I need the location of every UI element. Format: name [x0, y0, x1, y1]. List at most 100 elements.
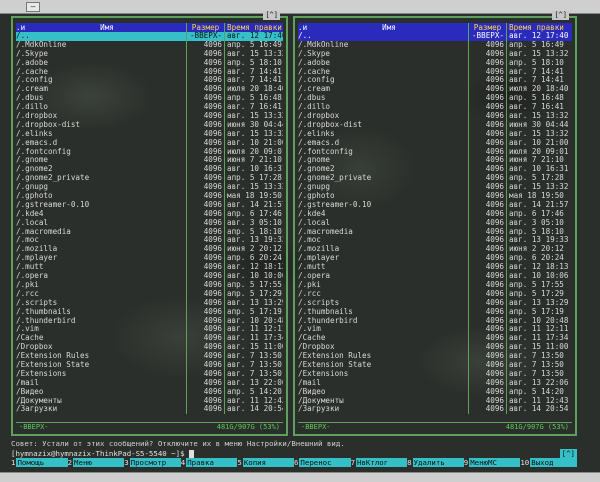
file-row[interactable]: /.cache 4096 авг. 7 14:41 [16, 67, 283, 77]
file-row[interactable]: /.thumbnails 4096 апр. 5 17:19 [298, 307, 572, 317]
file-row[interactable]: /.Skype 4096 авг. 15 13:32 [16, 49, 283, 59]
file-row[interactable]: /.dropbox 4096 авг. 15 13:32 [298, 112, 572, 121]
file-row[interactable]: /.elinks 4096 авг. 15 13:32 [16, 129, 283, 139]
file-row[interactable]: /Видео 4096 апр. 5 14:20 [16, 387, 283, 397]
fkey-8[interactable]: 8 Удалить [407, 458, 464, 467]
file-row[interactable]: /.dillo 4096 авг. 7 16:41 [298, 103, 572, 113]
fkey-10[interactable]: 10 Выход [520, 458, 577, 467]
fkey-3[interactable]: 3 Просмотр [124, 458, 181, 467]
file-row[interactable]: /.kde4 4096 апр. 6 17:46 [16, 209, 283, 219]
right-file-list[interactable]: /.. -ВВЕРХ-авг. 12 17:40/.MdkOnline 4096 ап… [298, 32, 572, 415]
file-row[interactable]: /.pki 4096 апр. 5 17:55 [16, 280, 283, 290]
file-row[interactable]: /.vim 4096 авг. 11 12:11 [298, 325, 572, 335]
file-row[interactable]: /.MdkOnline 4096 апр. 5 16:49 [298, 40, 572, 50]
file-row[interactable]: /mail 4096 авг. 13 22:06 [16, 378, 283, 388]
file-row[interactable]: /.pki 4096 апр. 5 17:55 [298, 280, 572, 290]
file-row[interactable]: /.dropbox-dist 4096 июня 30 04:44 [16, 120, 283, 130]
file-row[interactable]: /.mplayer 4096 апр. 6 20:24 [298, 254, 572, 264]
file-row[interactable]: /Extension Rules 4096 авг. 7 13:50 [16, 352, 283, 361]
file-row[interactable]: /.emacs.d 4096 авг. 10 21:00 [16, 138, 283, 148]
file-row[interactable]: /.config 4096 авг. 7 14:41 [16, 76, 283, 86]
column-time-header[interactable]: Время правки [224, 23, 283, 32]
file-row[interactable]: /.elinks 4096 авг. 15 13:32 [298, 129, 572, 139]
file-row[interactable]: /.local 4096 авг. 3 05:10 [16, 218, 283, 228]
file-row[interactable]: /.cache 4096 авг. 7 14:41 [298, 67, 572, 77]
file-row[interactable]: /.gnupg 4096 авг. 15 13:32 [16, 183, 283, 193]
file-row[interactable]: /.Skype 4096 авг. 15 13:32 [298, 49, 572, 59]
sort-indicator[interactable]: .и [298, 23, 310, 32]
column-name-header[interactable]: .и Имя [298, 23, 468, 32]
file-row[interactable]: /.dropbox 4096 авг. 15 13:32 [16, 112, 283, 121]
column-size-header[interactable]: Размер [186, 23, 224, 32]
file-row[interactable]: /.gphoto 4096 мая 18 19:50 [16, 192, 283, 201]
file-row[interactable]: /Видео 4096 апр. 5 14:20 [298, 387, 572, 397]
right-panel[interactable]: [^] .и Имя Размер Время правки /.. -ВВЕРХ… [293, 11, 577, 436]
fkey-5[interactable]: 5 Копия [237, 458, 294, 467]
file-row[interactable]: /Документы 4096 авг. 11 12:43 [298, 396, 572, 406]
left-file-list[interactable]: /.. -ВВЕРХ-авг. 12 17:40/.MdkOnline 4096 ап… [16, 32, 283, 415]
file-row[interactable]: /.vim 4096 авг. 11 12:11 [16, 325, 283, 335]
right-panel-history-button[interactable]: [^] [552, 11, 569, 20]
column-name-header[interactable]: .и Имя [16, 23, 186, 32]
file-row[interactable]: /.config 4096 авг. 7 14:41 [298, 76, 572, 86]
file-row[interactable]: /.mutt 4096 авг. 12 18:13 [16, 263, 283, 273]
file-row[interactable]: /.scripts 4096 авг. 13 13:29 [298, 298, 572, 308]
file-row[interactable]: /.dbus 4096 апр. 5 16:48 [298, 94, 572, 104]
file-row[interactable]: /Загрузки 4096 авг. 14 20:54 [16, 405, 283, 415]
file-row[interactable]: /.thunderbird 4096 авг. 10 20:48 [16, 316, 283, 326]
file-row[interactable]: /Extensions 4096 авг. 7 13:50 [16, 369, 283, 379]
file-row[interactable]: /.dropbox-dist 4096 июня 30 04:44 [298, 120, 572, 130]
file-row[interactable]: /.macromedia 4096 апр. 5 18:10 [298, 227, 572, 237]
command-history-button[interactable]: [^] [559, 449, 577, 458]
file-row[interactable]: /.mutt 4096 авг. 12 18:13 [298, 263, 572, 273]
parent-dir-row[interactable]: /.. -ВВЕРХ-авг. 12 17:40 [298, 32, 572, 41]
file-row[interactable]: /.local 4096 авг. 3 05:10 [298, 218, 572, 228]
file-row[interactable]: /Cache 4096 авг. 11 17:34 [16, 334, 283, 344]
file-row[interactable]: /.adobe 4096 апр. 5 18:10 [298, 58, 572, 68]
file-row[interactable]: /.rcc 4096 апр. 5 17:29 [298, 289, 572, 299]
file-row[interactable]: /Extension State 4096 авг. 7 13:50 [16, 360, 283, 370]
file-row[interactable]: /.mozilla 4096 июня 2 20:12 [16, 245, 283, 255]
file-row[interactable]: /Extension State 4096 авг. 7 13:50 [298, 360, 572, 370]
file-row[interactable]: /.gnome 4096 июня 7 21:10 [16, 156, 283, 166]
file-row[interactable]: /Cache 4096 авг. 11 17:34 [298, 334, 572, 344]
fkey-7[interactable]: 7 НвКтлог [351, 458, 408, 467]
file-row[interactable]: /Dropbox 4096 авг. 15 11:00 [298, 343, 572, 353]
left-panel-history-button[interactable]: [^] [263, 11, 280, 20]
file-row[interactable]: /Dropbox 4096 авг. 15 11:00 [16, 343, 283, 353]
file-row[interactable]: /.moc 4096 авг. 13 19:33 [16, 236, 283, 246]
file-row[interactable]: /.fontconfig 4096 июля 20 09:01 [298, 147, 572, 157]
fkey-9[interactable]: 9 МенюМС [464, 458, 521, 467]
fkey-4[interactable]: 4 Правка [181, 458, 238, 467]
file-row[interactable]: /.rcc 4096 апр. 5 17:29 [16, 289, 283, 299]
command-line[interactable]: [hymnazix@hymnazix-ThinkPad-S5-5540 ~]$ … [11, 449, 577, 458]
file-row[interactable]: /.gstreamer-0.10 4096 авг. 14 21:57 [16, 200, 283, 210]
file-row[interactable]: /.gnome2 4096 авг. 10 16:31 [298, 165, 572, 175]
parent-dir-row[interactable]: /.. -ВВЕРХ-авг. 12 17:40 [16, 32, 283, 41]
file-row[interactable]: /Загрузки 4096 авг. 14 20:54 [298, 405, 572, 415]
file-row[interactable]: /.gphoto 4096 мая 18 19:50 [298, 192, 572, 201]
left-panel[interactable]: [^] .и Имя Размер Время правки /.. -ВВЕРХ… [11, 11, 288, 436]
file-row[interactable]: /.gnome2_private 4096 апр. 5 17:28 [16, 174, 283, 184]
file-row[interactable]: /.opera 4096 авг. 10 10:06 [298, 272, 572, 281]
column-size-header[interactable]: Размер [468, 23, 506, 32]
file-row[interactable]: /.gnupg 4096 авг. 15 13:32 [298, 183, 572, 193]
file-row[interactable]: /mail 4096 авг. 13 22:06 [298, 378, 572, 388]
file-row[interactable]: /.gstreamer-0.10 4096 авг. 14 21:57 [298, 200, 572, 210]
file-row[interactable]: /.moc 4096 авг. 13 19:33 [298, 236, 572, 246]
file-row[interactable]: /.cream 4096 июля 20 18:40 [16, 85, 283, 95]
file-row[interactable]: /.macromedia 4096 апр. 5 18:10 [16, 227, 283, 237]
file-row[interactable]: /.gnome2 4096 авг. 10 16:31 [16, 165, 283, 175]
fkey-2[interactable]: 2 Меню [68, 458, 125, 467]
fkey-1[interactable]: 1 Помощь [11, 458, 68, 467]
column-time-header[interactable]: Время правки [506, 23, 572, 32]
file-row[interactable]: /.thumbnails 4096 апр. 5 17:19 [16, 307, 283, 317]
file-row[interactable]: /.thunderbird 4096 авг. 10 20:48 [298, 316, 572, 326]
file-row[interactable]: /.dbus 4096 апр. 5 16:48 [16, 94, 283, 104]
file-row[interactable]: /.opera 4096 авг. 10 10:06 [16, 272, 283, 281]
file-row[interactable]: /.scripts 4096 авг. 13 13:29 [16, 298, 283, 308]
file-row[interactable]: /.cream 4096 июля 20 18:40 [298, 85, 572, 95]
file-row[interactable]: /Документы 4096 авг. 11 12:43 [16, 396, 283, 406]
sort-indicator[interactable]: .и [16, 23, 28, 32]
file-row[interactable]: /.MdkOnline 4096 апр. 5 16:49 [16, 40, 283, 50]
